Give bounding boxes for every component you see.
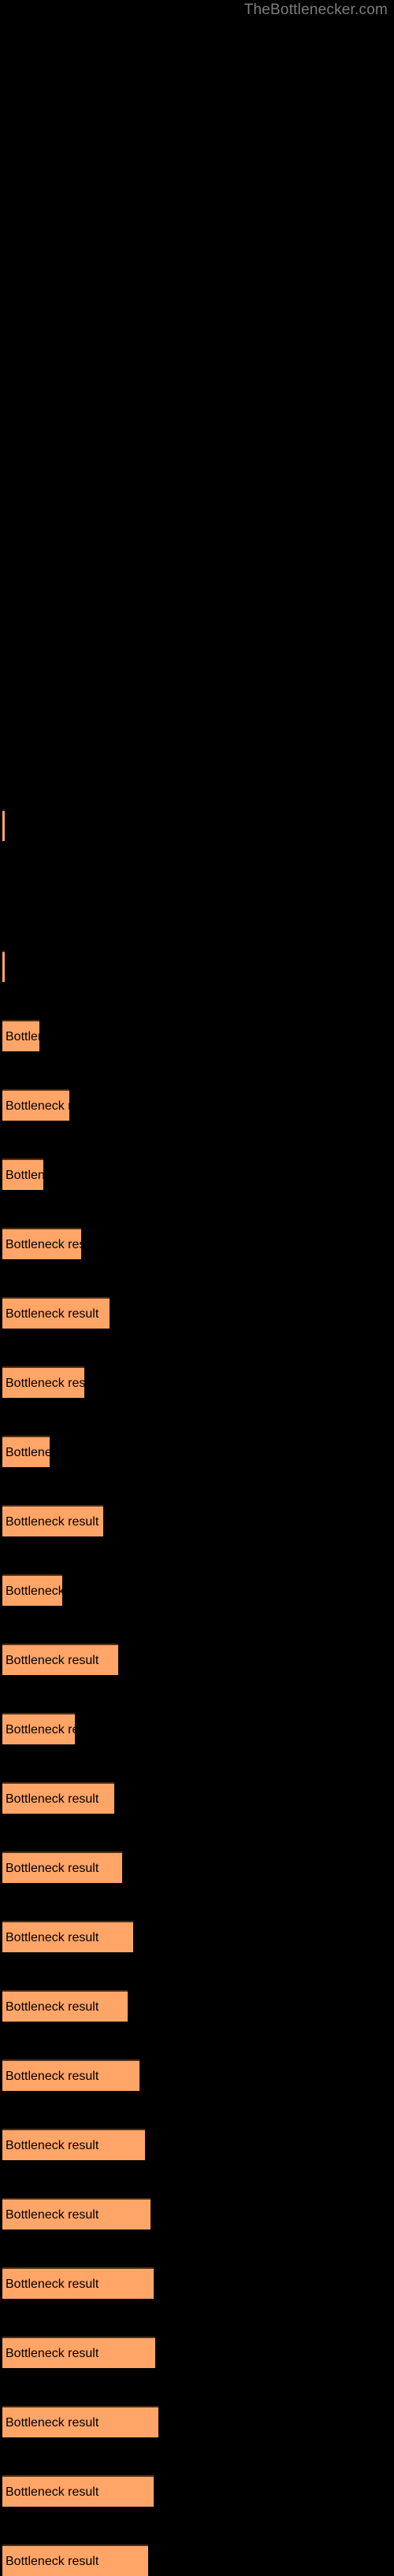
bar-label: Bottleneck result: [6, 2416, 99, 2430]
bar-6[interactable]: Bottleneck result: [2, 1228, 81, 1259]
bar-11[interactable]: Bottleneck result: [2, 1574, 62, 1606]
bar-label: Bottleneck result: [6, 1792, 99, 1806]
bar-label: Bottleneck result: [6, 1169, 43, 1182]
bar-label: Bottleneck result: [6, 2208, 99, 2222]
bar-label: Bottleneck result: [6, 2485, 99, 2499]
bar-label: Bottleneck result: [6, 1654, 99, 1667]
bar-9[interactable]: Bottleneck result: [2, 1436, 50, 1467]
chart-plot-area: Bottleneck result Bottleneck result Bottle…: [0, 0, 394, 2576]
bar-label: Bottleneck result: [6, 1585, 62, 1598]
bar-13[interactable]: Bottleneck result: [2, 1713, 75, 1744]
bar-label: Bottleneck result: [6, 2347, 99, 2360]
bar-label: Bottleneck result: [6, 2070, 99, 2083]
bar-21[interactable]: Bottleneck result: [2, 2267, 154, 2299]
bar-14[interactable]: Bottleneck result: [2, 1782, 114, 1814]
bar-12[interactable]: Bottleneck result: [2, 1644, 118, 1675]
bar-label: Bottleneck result: [6, 2278, 99, 2291]
bar-22[interactable]: Bottleneck result: [2, 2337, 155, 2368]
bar-label: Bottleneck result: [6, 1030, 39, 1043]
bar-15[interactable]: Bottleneck result: [2, 1851, 122, 1883]
bar-label: Bottleneck result: [6, 1238, 81, 1251]
bar-18[interactable]: Bottleneck result: [2, 2059, 139, 2091]
bar-label: Bottleneck result: [6, 1307, 99, 1321]
bar-20[interactable]: Bottleneck result: [2, 2198, 151, 2229]
bar-label: Bottleneck result: [6, 1931, 99, 1944]
bar-8[interactable]: Bottleneck result: [2, 1366, 84, 1398]
bar-label: Bottleneck result: [6, 2555, 99, 2568]
bar-10[interactable]: Bottleneck result: [2, 1505, 103, 1536]
bar-24[interactable]: Bottleneck result: [2, 2475, 154, 2507]
bar-label: Bottleneck result: [6, 1377, 84, 1390]
bar-19[interactable]: Bottleneck result: [2, 2129, 145, 2160]
bar-25[interactable]: Bottleneck result: [2, 2544, 148, 2576]
bar-23[interactable]: Bottleneck result: [2, 2406, 158, 2437]
bar-4[interactable]: Bottleneck result: [2, 1089, 69, 1121]
bar-label: Bottleneck result: [6, 1446, 50, 1459]
bar-label: Bottleneck result: [6, 1515, 99, 1529]
bar-label: Bottleneck result: [6, 1723, 75, 1736]
bar-7[interactable]: Bottleneck result: [2, 1297, 110, 1329]
bar-label: Bottleneck result: [6, 2139, 99, 2152]
bar-17[interactable]: Bottleneck result: [2, 1990, 128, 2022]
bar-2[interactable]: Bottleneck result: [2, 951, 5, 982]
bar-label: Bottleneck result: [6, 1099, 69, 1113]
bottleneck-bar-chart: TheBottlenecker.com Bottleneck resultBot…: [0, 0, 394, 2576]
bar-1[interactable]: Bottleneck result: [2, 810, 5, 841]
bar-label: Bottleneck result: [6, 1862, 99, 1875]
bar-3[interactable]: Bottleneck result: [2, 1020, 39, 1051]
bar-16[interactable]: Bottleneck result: [2, 1921, 133, 1952]
bar-label: Bottleneck result: [6, 2000, 99, 2014]
bar-5[interactable]: Bottleneck result: [2, 1158, 43, 1190]
